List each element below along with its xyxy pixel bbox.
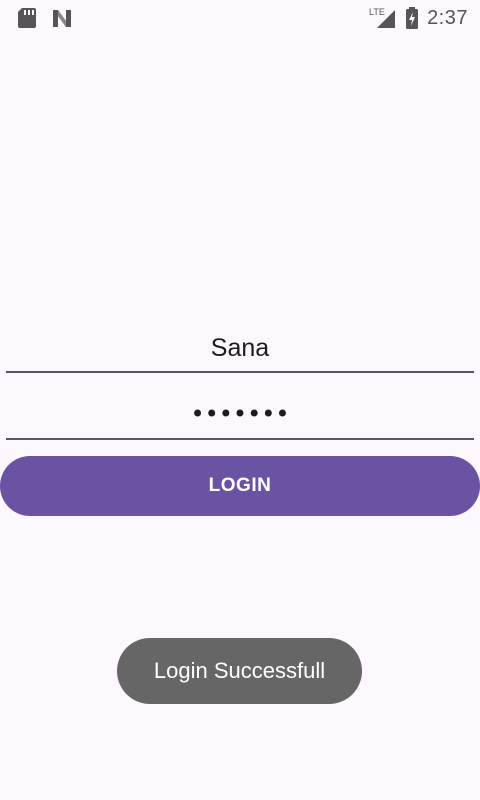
login-screen: LTE 2:37 Sana ••••••• LOGIN Login Succes… (0, 0, 480, 800)
svg-text:LTE: LTE (369, 7, 385, 17)
status-bar-left (17, 7, 73, 29)
lte-signal-icon: LTE (369, 6, 397, 30)
password-field[interactable]: ••••••• (6, 394, 474, 440)
username-field[interactable]: Sana (6, 326, 474, 373)
sd-card-icon (17, 7, 37, 29)
n-logo-icon (51, 7, 73, 29)
toast-message: Login Successfull (117, 638, 362, 704)
username-value: Sana (210, 334, 270, 362)
password-value: ••••••• (190, 400, 290, 428)
status-bar: LTE 2:37 (0, 0, 480, 36)
battery-charging-icon (405, 6, 419, 30)
status-bar-clock: 2:37 (427, 7, 468, 29)
login-button[interactable]: LOGIN (0, 456, 480, 516)
status-bar-right: LTE 2:37 (369, 6, 468, 30)
